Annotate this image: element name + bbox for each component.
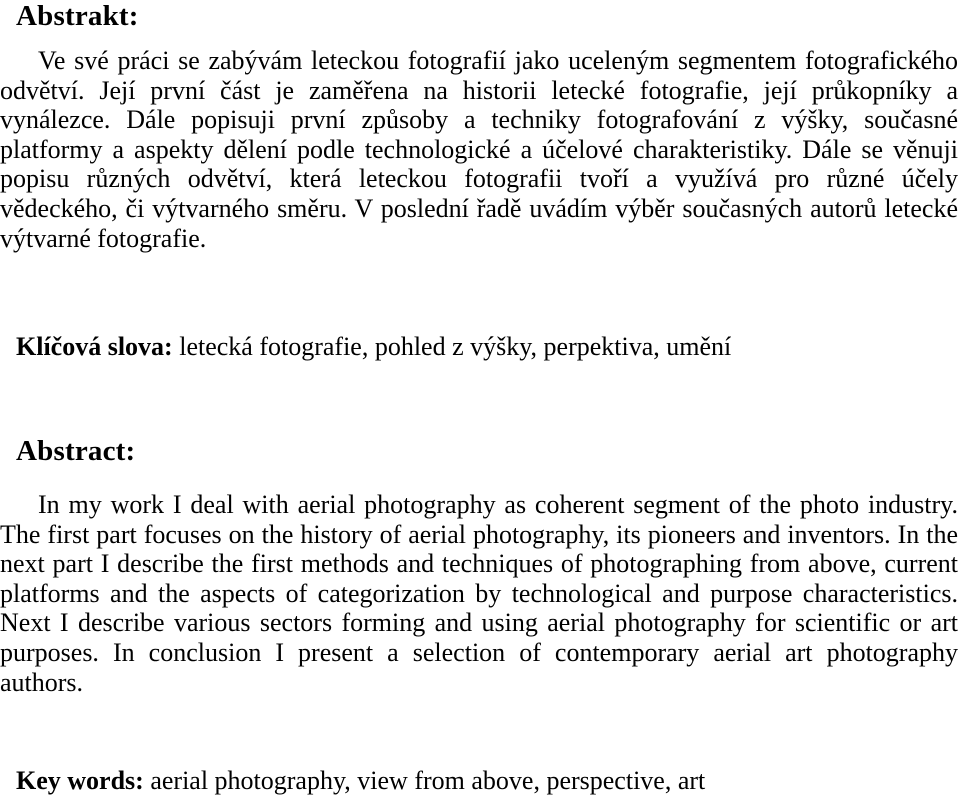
czech-keywords-value: letecká fotografie, pohled z výšky, perp… (179, 332, 732, 361)
english-keywords-label: Key words: (16, 766, 144, 795)
document-page: Abstrakt: Ve své práci se zabývám leteck… (0, 0, 960, 799)
english-abstract-heading: Abstract: (16, 435, 136, 467)
english-abstract-paragraph: In my work I deal with aerial photograph… (0, 490, 958, 697)
czech-abstract-heading: Abstrakt: (16, 0, 139, 32)
czech-keywords-label: Klíčová slova: (16, 332, 173, 361)
english-keywords-line: Key words: aerial photography, view from… (16, 766, 956, 796)
czech-keywords-line: Klíčová slova: letecká fotografie, pohle… (16, 332, 956, 362)
english-keywords-value: aerial photography, view from above, per… (150, 766, 706, 795)
czech-abstract-paragraph: Ve své práci se zabývám leteckou fotogra… (0, 46, 958, 253)
